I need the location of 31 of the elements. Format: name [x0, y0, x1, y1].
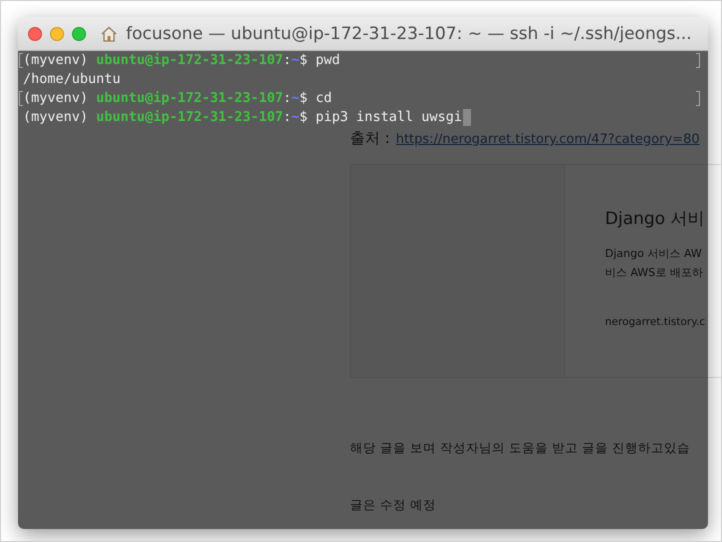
- prompt-user-host: ubuntu@ip-172-31-23-107: [96, 51, 284, 70]
- card-description: Django 서비스 AW 비스 AWS로 배포하: [605, 246, 704, 281]
- prompt-colon: :: [283, 108, 292, 127]
- source-link[interactable]: https://nerogarret.tistory.com/47?category=80: [396, 132, 700, 147]
- card-title: Django 서비: [605, 208, 706, 230]
- maximize-button[interactable]: [72, 26, 86, 40]
- prompt-colon: :: [283, 89, 292, 108]
- command-text: cd: [316, 89, 332, 108]
- card-domain: nerogarret.tistory.c: [605, 316, 706, 328]
- house-icon: [100, 24, 118, 42]
- prompt-env: (myvenv): [23, 89, 88, 108]
- prompt-dollar: $: [299, 108, 308, 127]
- prompt-env: (myvenv): [23, 108, 88, 127]
- prompt-env: (myvenv): [23, 51, 88, 70]
- prompt-path: ~: [291, 51, 300, 70]
- prompt-path: ~: [291, 89, 300, 108]
- source-label: 출처 :: [350, 129, 390, 148]
- command-text: pwd: [316, 51, 340, 70]
- output-text: /home/ubuntu: [23, 70, 121, 89]
- paragraph: 글은 수정 예정: [350, 497, 437, 514]
- minimize-button[interactable]: [50, 26, 64, 40]
- prompt-user-host: ubuntu@ip-172-31-23-107: [96, 108, 284, 127]
- prompt-user-host: ubuntu@ip-172-31-23-107: [96, 89, 284, 108]
- prompt-dollar: $: [299, 89, 308, 108]
- prompt-colon: :: [283, 51, 292, 70]
- command-text: pip3 install uwsgi: [316, 108, 462, 127]
- prompt-path: ~: [291, 108, 300, 127]
- window-title: focusone — ubuntu@ip-172-31-23-107: ~ — ssh -i ~/.ssh/jeongs...: [126, 24, 692, 44]
- paragraph: 해당 글을 보며 작성자님의 도움을 받고 글을 진행하고있습: [350, 440, 691, 457]
- prompt-dollar: $: [299, 51, 308, 70]
- close-button[interactable]: [28, 26, 42, 40]
